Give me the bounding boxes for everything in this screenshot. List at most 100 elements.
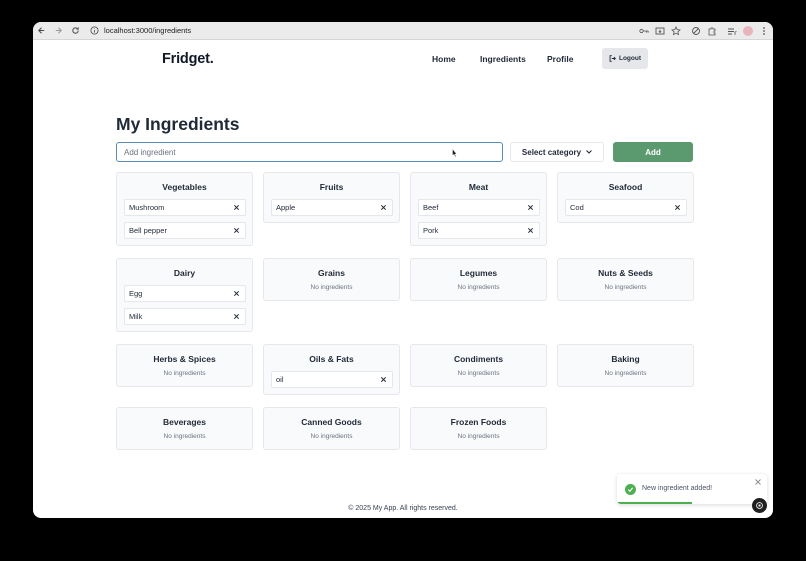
ingredient-label: Apple [276,203,296,212]
empty-state-text: No ingredients [604,284,647,291]
category-card: Beverages No ingredients [116,407,253,450]
category-title: Vegetables [162,182,207,192]
ingredient-item: Mushroom [124,199,246,216]
empty-state-text: No ingredients [457,433,500,440]
remove-icon[interactable] [231,226,241,236]
category-card: Herbs & Spices No ingredients [116,344,253,387]
ingredient-label: Egg [129,289,143,298]
ingredient-label: Bell pepper [129,226,167,235]
logout-icon [609,55,616,62]
empty-state-text: No ingredients [604,370,647,377]
category-card: Meat Beef Pork [410,172,547,246]
add-button[interactable]: Add [613,142,693,162]
category-card: Fruits Apple [263,172,400,223]
app-logo[interactable]: Fridget. [162,51,214,67]
chevron-down-icon [586,150,592,154]
remove-icon[interactable] [525,226,535,236]
category-title: Canned Goods [301,417,362,427]
category-card: Vegetables Mushroom Bell pepper [116,172,253,246]
category-card: Frozen Foods No ingredients [410,407,547,450]
empty-state-text: No ingredients [457,284,500,291]
key-icon[interactable] [639,26,649,36]
remove-icon[interactable] [231,203,241,213]
ingredient-label: Pork [423,226,439,235]
remove-icon[interactable] [378,375,388,385]
remove-icon[interactable] [525,203,535,213]
category-title: Herbs & Spices [153,354,216,364]
ingredient-item: oil [271,371,393,388]
assistant-button[interactable] [752,498,767,513]
category-card: Legumes No ingredients [410,258,547,301]
ingredient-item: Egg [124,285,246,302]
toast-notification: New ingredient added! [617,474,767,504]
scan-icon [756,502,763,509]
category-card: Seafood Cod [557,172,694,223]
app-header: Fridget. Home Ingredients Profile Logout [33,40,773,80]
ingredient-item: Milk [124,308,246,325]
remove-icon[interactable] [231,312,241,322]
category-select-label: Select category [521,147,582,157]
extension-icon[interactable] [691,26,701,36]
category-title: Grains [318,268,345,278]
profile-avatar[interactable] [743,26,753,36]
category-title: Oils & Fats [309,354,354,364]
category-title: Meat [468,182,489,192]
close-icon[interactable] [754,478,762,486]
reload-icon[interactable] [67,22,84,40]
category-card: Canned Goods No ingredients [263,407,400,450]
ingredient-label: Cod [570,203,584,212]
nav-home[interactable]: Home [432,54,456,64]
empty-state-text: No ingredients [163,370,206,377]
category-title: Legumes [459,268,498,278]
nav-profile[interactable]: Profile [547,54,573,64]
browser-window: localhost:3000/ingredients Fridget. Home… [33,22,773,518]
page-title: My Ingredients [116,114,240,134]
category-card: Grains No ingredients [263,258,400,301]
empty-state-text: No ingredients [310,433,353,440]
ingredient-label: Mushroom [129,203,165,212]
ingredient-label: Milk [129,312,143,321]
empty-state-text: No ingredients [163,433,206,440]
back-icon[interactable] [33,22,50,40]
empty-state-text: No ingredients [457,370,500,377]
category-title: Condiments [453,354,504,364]
nav-ingredients[interactable]: Ingredients [480,54,526,64]
ingredient-item: Bell pepper [124,222,246,239]
category-select[interactable]: Select category [510,142,604,162]
category-card: Nuts & Seeds No ingredients [557,258,694,301]
ingredient-label: oil [276,375,284,384]
address-bar[interactable]: localhost:3000/ingredients [104,26,191,35]
category-title: Baking [611,354,640,364]
install-icon[interactable] [655,26,665,36]
ingredient-item: Apple [271,199,393,216]
remove-icon[interactable] [378,203,388,213]
category-title: Frozen Foods [450,417,507,427]
ingredient-item: Beef [418,199,540,216]
forward-icon[interactable] [50,22,67,40]
media-icon[interactable] [727,26,737,36]
ingredient-label: Beef [423,203,439,212]
footer-text: © 2025 My App. All rights reserved. [348,505,458,512]
menu-icon[interactable] [759,26,769,36]
category-title: Seafood [608,182,643,192]
star-icon[interactable] [671,26,681,36]
toast-message: New ingredient added! [642,485,713,492]
logout-button[interactable]: Logout [602,48,648,69]
logout-label: Logout [618,55,642,62]
empty-state-text: No ingredients [310,284,353,291]
site-info-icon[interactable] [88,25,100,37]
check-icon [625,484,636,495]
toast-progress-bar [617,502,692,504]
category-title: Nuts & Seeds [598,268,653,278]
ingredient-item: Cod [565,199,687,216]
category-title: Beverages [162,417,206,427]
category-card: Baking No ingredients [557,344,694,387]
remove-icon[interactable] [672,203,682,213]
browser-toolbar: localhost:3000/ingredients [33,22,773,40]
puzzle-icon[interactable] [707,26,717,36]
ingredient-item: Pork [418,222,540,239]
remove-icon[interactable] [231,289,241,299]
text-cursor-icon [452,149,457,157]
category-card: Dairy Egg Milk [116,258,253,332]
add-ingredient-input[interactable] [116,142,503,162]
